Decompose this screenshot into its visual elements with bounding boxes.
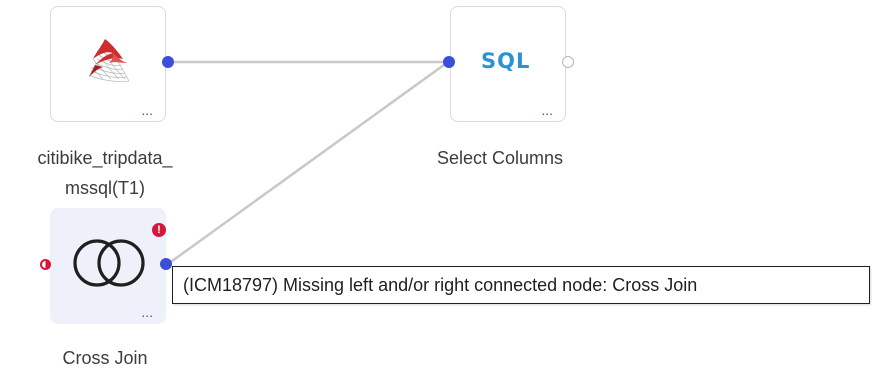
cross-join-output-port[interactable] <box>160 258 172 270</box>
cross-join-input-port[interactable] <box>40 259 51 270</box>
select-columns-input-port[interactable] <box>443 56 455 68</box>
select-columns-output-port[interactable] <box>562 56 574 68</box>
sql-server-icon <box>75 29 139 93</box>
error-icon[interactable]: ! <box>152 223 166 237</box>
cross-join-node[interactable]: ... <box>50 208 166 324</box>
node-menu-icon[interactable]: ... <box>541 103 553 117</box>
source-node[interactable]: ... <box>50 6 166 122</box>
workflow-canvas[interactable]: ... citibike_tripdata_ mssql(T1) SQL ...… <box>0 0 872 368</box>
edge-crossjoin-to-select[interactable] <box>167 60 449 266</box>
sql-icon: SQL <box>481 49 531 73</box>
error-tooltip: (ICM18797) Missing left and/or right con… <box>172 266 870 304</box>
select-columns-node[interactable]: SQL ... <box>450 6 566 122</box>
node-menu-icon[interactable]: ... <box>141 103 153 117</box>
select-columns-label: Select Columns <box>436 148 564 168</box>
node-menu-icon[interactable]: ... <box>141 305 153 319</box>
source-output-port[interactable] <box>162 56 174 68</box>
cross-join-icon <box>65 233 153 293</box>
cross-join-label: Cross Join <box>62 348 148 368</box>
source-node-label: citibike_tripdata_ mssql(T1) <box>37 148 173 198</box>
